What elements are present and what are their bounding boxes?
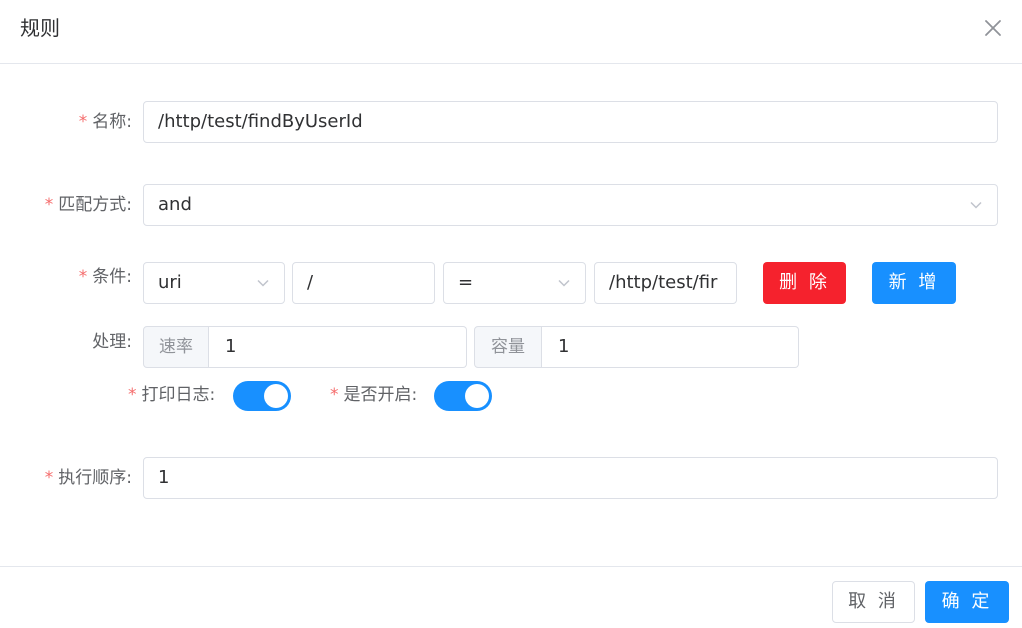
param-name-value: / [307,272,314,293]
enabled-label: * 是否开启: [330,385,418,405]
param-type-value: uri [158,272,182,293]
param-value-value: /http/test/fir [609,272,718,293]
param-type-select[interactable]: uri [143,262,285,304]
enabled-switch[interactable] [434,381,492,411]
operator-value: = [458,272,474,293]
add-condition-button[interactable]: 新 增 [872,262,956,304]
sort-value: 1 [158,467,170,488]
param-name-input[interactable]: / [292,262,435,304]
rule-dialog: 规则 * 名称: /http/test/findByUserId * 匹配方式: a… [0,0,1022,628]
param-value-input[interactable]: /http/test/fir [594,262,737,304]
match-mode-label: * 匹配方式: [44,195,132,215]
name-value: /http/test/findByUserId [158,111,363,132]
capacity-addon-label: 容量 [474,326,542,368]
rate-value: 1 [225,336,237,357]
match-mode-select[interactable]: and [143,184,998,226]
required-mark: * [44,468,54,488]
required-mark: * [330,385,339,405]
operator-select[interactable]: = [443,262,586,304]
required-mark: * [128,385,137,405]
chevron-down-icon [558,279,570,287]
chevron-down-icon [970,201,982,209]
capacity-value: 1 [558,336,570,357]
handle-label: 处理: [92,332,132,352]
logging-switch[interactable] [233,381,291,411]
rate-addon-label: 速率 [143,326,209,368]
switch-knob [465,384,489,408]
required-mark: * [78,112,88,132]
sort-label: * 执行顺序: [44,468,132,488]
confirm-button[interactable]: 确 定 [925,581,1009,623]
sort-input[interactable]: 1 [143,457,998,499]
match-mode-value: and [158,194,192,215]
rate-input[interactable]: 1 [209,326,467,368]
delete-condition-button[interactable]: 删 除 [763,262,846,304]
cancel-button[interactable]: 取 消 [832,581,915,623]
required-mark: * [78,267,88,287]
dialog-header: 规则 [0,0,1022,64]
required-mark: * [44,195,54,215]
name-label: * 名称: [78,112,132,132]
capacity-input[interactable]: 1 [542,326,799,368]
condition-label: * 条件: [78,267,132,287]
dialog-title: 规则 [20,16,60,40]
name-input[interactable]: /http/test/findByUserId [143,101,998,143]
switch-knob [264,384,288,408]
chevron-down-icon [257,279,269,287]
logging-label: * 打印日志: [128,385,216,405]
close-icon[interactable] [982,17,1004,39]
